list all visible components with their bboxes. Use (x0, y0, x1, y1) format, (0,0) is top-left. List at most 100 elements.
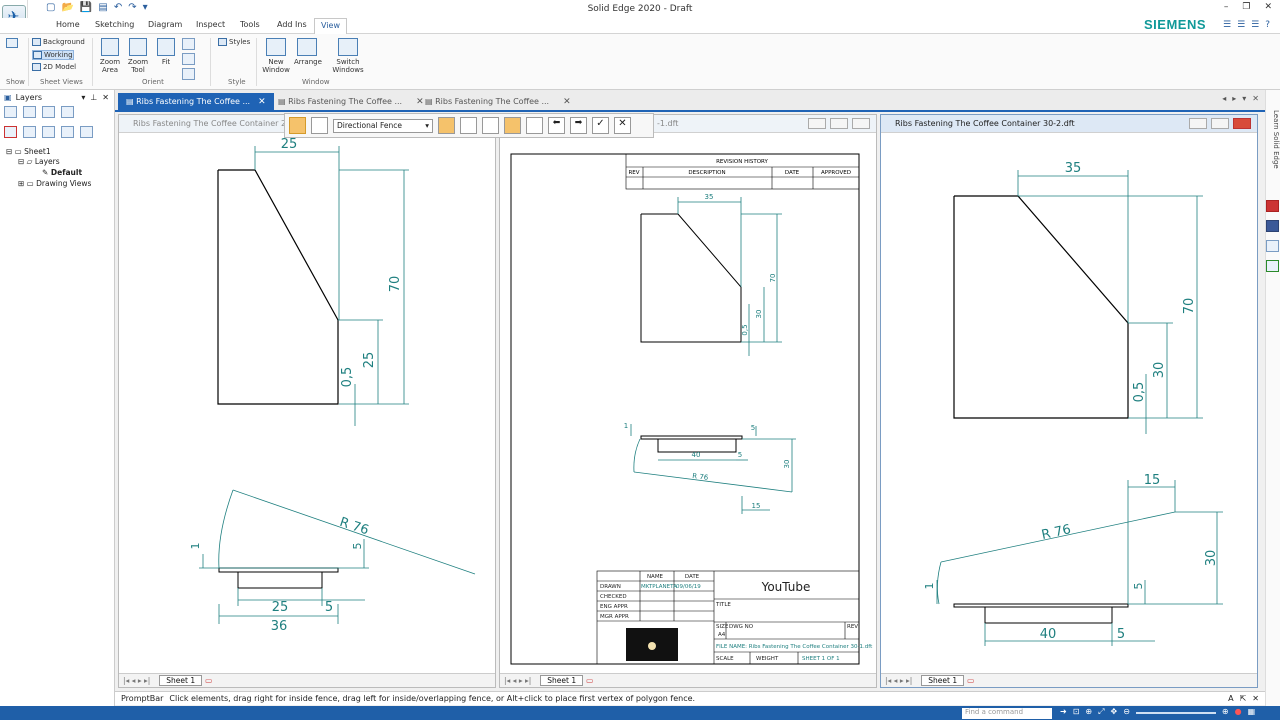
layer-tool-2-icon[interactable] (23, 106, 36, 118)
minimize-icon[interactable] (1189, 118, 1207, 129)
tree-layers[interactable]: ⊟ ▱ Layers (18, 157, 60, 166)
layer-tool-4-icon[interactable] (61, 106, 74, 118)
sheet-tab[interactable]: Sheet 1 (159, 675, 203, 686)
back-arrow-icon[interactable]: ⬅ (548, 117, 565, 134)
select-command-bar: Directional Fence ▾ ⬅ ➡ ✓ ✕ (284, 113, 654, 138)
fit-button[interactable]: Fit (155, 38, 177, 66)
grid-icon[interactable]: ▦ (1248, 707, 1256, 717)
layout3-icon[interactable]: ☰ (1251, 20, 1259, 30)
go-icon[interactable]: ➜ (1060, 707, 1067, 717)
zoom-small-icon[interactable]: ⊕ (1085, 707, 1092, 717)
new-sheet-icon[interactable]: ▭ (205, 676, 212, 685)
new-sheet-icon[interactable]: ▭ (586, 676, 593, 685)
zoom-icon[interactable] (182, 53, 195, 65)
expand-icon[interactable]: ⇱ (1240, 694, 1247, 703)
show-button[interactable] (6, 38, 18, 50)
tab-left-icon[interactable]: ◂ (1222, 94, 1226, 103)
pin-icon[interactable]: ⊥ (90, 93, 97, 102)
2d-model-option[interactable]: 2D Model (32, 63, 76, 71)
pan-small-icon[interactable]: ✥ (1111, 707, 1118, 717)
zoom-tool-button[interactable]: Zoom Tool (126, 38, 150, 74)
close-icon[interactable]: ✕ (1264, 2, 1272, 12)
options-icon[interactable] (311, 117, 328, 134)
new-window-button[interactable]: New Window (260, 38, 292, 74)
minimize-icon[interactable]: – (1224, 2, 1229, 12)
zoom-area-button[interactable]: Zoom Area (98, 38, 122, 74)
fence-overlap-icon[interactable] (526, 117, 543, 134)
fence-type-select[interactable]: Directional Fence ▾ (333, 118, 433, 133)
sheet-tab[interactable]: Sheet 1 (540, 675, 584, 686)
library-icon[interactable] (1266, 260, 1279, 272)
fit-small-icon[interactable]: ⤢ (1098, 707, 1104, 717)
accept-icon[interactable]: ✓ (592, 117, 609, 134)
layer-tool-6-icon[interactable] (42, 126, 55, 138)
filter-icon[interactable] (438, 117, 455, 134)
find-command-input[interactable]: Find a command (962, 708, 1052, 719)
restore-icon[interactable]: ❐ (1242, 2, 1250, 12)
layer-tool-5-icon[interactable] (23, 126, 36, 138)
help-icon[interactable]: ? (1265, 20, 1270, 30)
doc-tab-1[interactable]: ▤ Ribs Fastening The Coffee ... ✕ (118, 93, 274, 112)
tab-list-icon[interactable]: ▾ (1242, 94, 1246, 103)
tab-inspect[interactable]: Inspect (190, 20, 231, 29)
minimize-icon[interactable] (808, 118, 826, 129)
tree-drawing-views[interactable]: ⊞ ▭ Drawing Views (18, 179, 91, 188)
restore-icon[interactable] (830, 118, 848, 129)
tree-default-layer[interactable]: ✎ Default (42, 168, 82, 177)
layer-tool-1-icon[interactable] (4, 106, 17, 118)
zoom-area-small-icon[interactable]: ⊡ (1073, 707, 1080, 717)
pane-close-icon[interactable]: ✕ (102, 93, 109, 102)
svg-text:70: 70 (388, 276, 403, 293)
close-icon[interactable] (1233, 118, 1251, 129)
delete-layer-icon[interactable] (4, 126, 17, 138)
pane-menu-icon[interactable]: ▾ (81, 93, 85, 102)
zoom-in-icon[interactable]: ⊕ (1222, 707, 1229, 717)
svg-text:REVISION HISTORY: REVISION HISTORY (716, 159, 768, 165)
tab-diagram[interactable]: Diagram (142, 20, 188, 29)
tab-right-icon[interactable]: ▸ (1232, 94, 1236, 103)
zoom-slider[interactable] (1135, 712, 1216, 714)
background-option[interactable]: Background (32, 38, 85, 46)
previous-view-icon[interactable] (182, 68, 195, 80)
tree-sheet[interactable]: ⊟ ▭ Sheet1 (6, 147, 51, 156)
tab-home[interactable]: Home (50, 20, 86, 29)
tab-sketching[interactable]: Sketching (89, 20, 140, 29)
record-icon[interactable]: ● (1235, 707, 1242, 717)
arrange-button[interactable]: Arrange (294, 38, 322, 66)
sheet-tab[interactable]: Sheet 1 (921, 675, 965, 686)
tab-view[interactable]: View (314, 18, 347, 35)
layout2-icon[interactable]: ☰ (1237, 20, 1245, 30)
tab-add-ins[interactable]: Add Ins (271, 20, 313, 29)
zoom-out-icon[interactable]: ⊖ (1123, 707, 1130, 717)
drawing-canvas-right[interactable]: 35 70 30 0,5 15 R 76 30 1 5 40 5 (881, 134, 1257, 674)
layout-icon[interactable]: ☰ (1223, 20, 1231, 30)
close-icon[interactable] (852, 118, 870, 129)
styles-button[interactable]: Styles (218, 38, 250, 46)
tab-tools[interactable]: Tools (234, 20, 266, 29)
doc-tab-2[interactable]: ▤ Ribs Fastening The Coffee ... ✕ (270, 93, 432, 112)
drawing-canvas-left[interactable]: 25 70 25 0,5 R 76 1 5 25 5 36 (119, 134, 495, 674)
restore-icon[interactable] (1211, 118, 1229, 129)
new-sheet-icon[interactable]: ▭ (967, 676, 974, 685)
doc-tab-3[interactable]: ▤ Ribs Fastening The Coffee ... ✕ (417, 93, 579, 112)
prompt-close-icon[interactable]: ✕ (1252, 694, 1259, 703)
close-all-icon[interactable]: ✕ (1252, 94, 1259, 103)
font-size-icon[interactable]: A (1228, 694, 1233, 703)
switch-windows-button[interactable]: Switch Windows (326, 38, 370, 74)
youtube-icon[interactable] (1266, 200, 1279, 212)
select-tool-icon[interactable] (289, 117, 306, 134)
drawing-canvas-middle[interactable]: REVISION HISTORY REV DESCRIPTION DATE AP… (500, 134, 876, 674)
pan-icon[interactable] (182, 38, 195, 50)
layer-tool-7-icon[interactable] (61, 126, 74, 138)
filter-2-icon[interactable] (460, 117, 477, 134)
cancel-icon[interactable]: ✕ (614, 117, 631, 134)
learn-solid-edge-tab[interactable]: Learn Solid Edge (1266, 110, 1280, 169)
forward-arrow-icon[interactable]: ➡ (570, 117, 587, 134)
facebook-icon[interactable] (1266, 220, 1279, 232)
layer-tool-3-icon[interactable] (42, 106, 55, 118)
working-option[interactable]: Working (32, 50, 74, 60)
fence-inside-icon[interactable] (504, 117, 521, 134)
properties-icon[interactable] (1266, 240, 1279, 252)
select-pencil-icon[interactable] (482, 117, 499, 134)
layer-tool-8-icon[interactable] (80, 126, 93, 138)
